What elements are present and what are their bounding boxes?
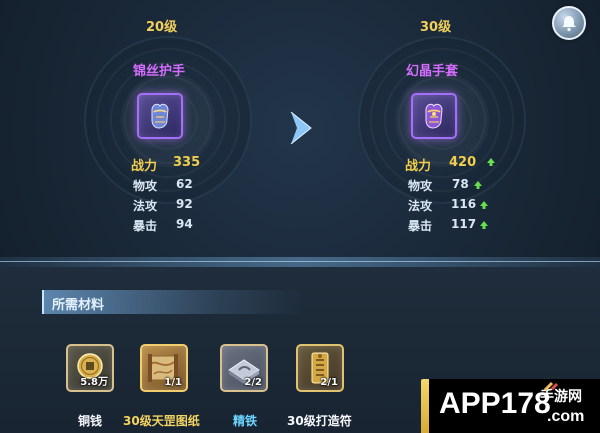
- left-item-name: 锦丝护手: [133, 64, 186, 79]
- material-count-scroll: 1/1: [164, 377, 182, 388]
- materials-title: 所需材料: [52, 298, 105, 313]
- chevron-right-icon: [290, 112, 312, 144]
- svg-text:.com: .com: [547, 408, 584, 425]
- right-power-label: 战力: [405, 159, 432, 174]
- section-separator: [0, 257, 600, 267]
- right-stat-label-2: 法攻: [408, 199, 433, 213]
- glove-icon: [425, 103, 443, 129]
- material-slot-talisman[interactable]: 2/1: [296, 344, 344, 392]
- material-slot-coin[interactable]: 5.8万: [66, 344, 114, 392]
- bell-icon: [562, 16, 576, 32]
- material-count-iron: 2/2: [244, 377, 262, 388]
- left-stat-value-2: 92: [176, 197, 193, 211]
- left-power-label: 战力: [131, 159, 158, 174]
- up-arrow-icon: [480, 201, 488, 209]
- material-name-talisman: 30级打造符: [287, 414, 352, 428]
- right-stat-value-1: 78: [452, 177, 469, 191]
- right-stat-value-2: 116: [451, 197, 477, 211]
- right-stat-label-3: 暴击: [408, 219, 433, 233]
- glove-icon: [151, 103, 169, 129]
- right-level: 30级: [420, 20, 452, 35]
- material-slot-iron[interactable]: 2/2: [220, 344, 268, 392]
- left-level: 20级: [146, 20, 178, 35]
- left-stat-label-3: 暴击: [133, 219, 158, 233]
- material-name-scroll: 30级天罡图纸: [123, 414, 200, 428]
- svg-text:APP178: APP178: [439, 387, 551, 420]
- up-arrow-icon: [487, 158, 495, 166]
- right-stat-value-3: 117: [451, 217, 477, 231]
- material-count-coin: 5.8万: [80, 377, 108, 388]
- left-stat-label-1: 物攻: [133, 179, 158, 193]
- material-slot-scroll[interactable]: 1/1: [140, 344, 188, 392]
- material-name-coin: 铜钱: [78, 414, 103, 428]
- right-stat-label-1: 物攻: [408, 179, 433, 193]
- right-item-slot[interactable]: [411, 93, 457, 139]
- notification-button[interactable]: [552, 6, 586, 40]
- material-count-talisman: 2/1: [320, 377, 338, 388]
- left-stat-value-3: 94: [176, 217, 193, 231]
- watermark: APP178 手游网 .com: [429, 379, 600, 433]
- right-power-value: 420: [449, 155, 477, 170]
- left-stat-value-1: 62: [176, 177, 193, 191]
- up-arrow-icon: [480, 221, 488, 229]
- right-item-name: 幻晶手套: [406, 64, 459, 79]
- app178-logo: APP178 手游网 .com: [429, 379, 600, 433]
- materials-header: 所需材料: [42, 290, 304, 314]
- material-name-iron: 精铁: [233, 414, 258, 428]
- left-power-value: 335: [173, 155, 201, 170]
- left-stat-label-2: 法攻: [133, 199, 158, 213]
- left-item-slot[interactable]: [137, 93, 183, 139]
- up-arrow-icon: [474, 181, 482, 189]
